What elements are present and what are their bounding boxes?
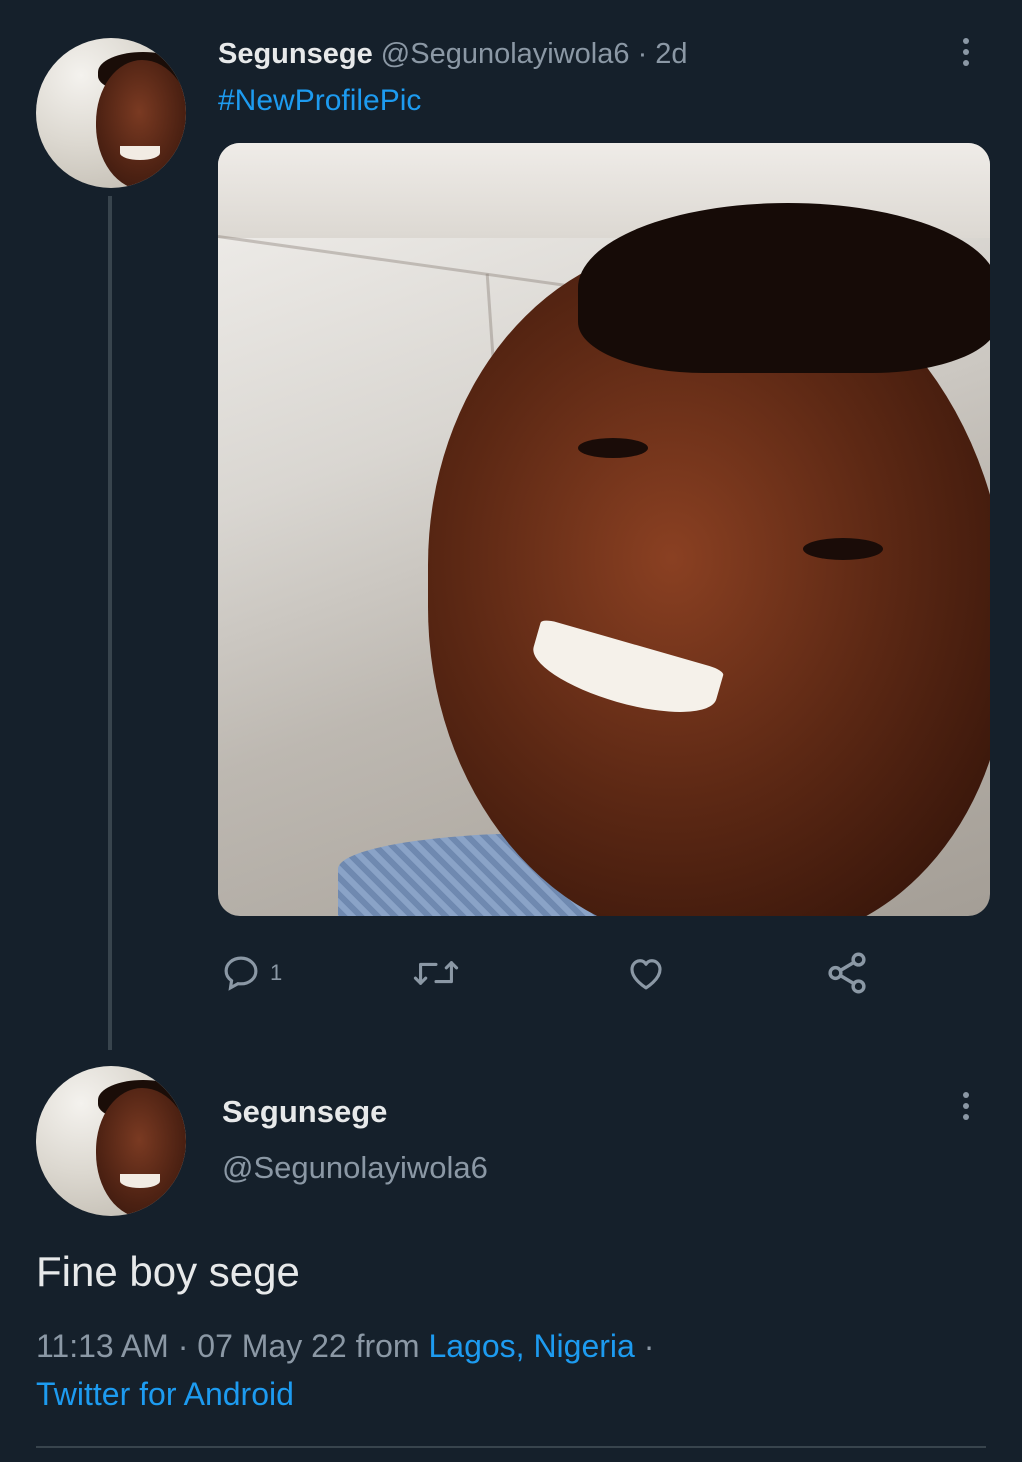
share-icon [828, 952, 866, 994]
tweet-photo[interactable] [218, 143, 990, 916]
retweet-button[interactable] [412, 952, 460, 994]
reply-from: from [355, 1328, 420, 1364]
reply-sep-2: · [643, 1328, 655, 1364]
parent-handle[interactable]: @Segunolayiwola6 [381, 38, 630, 70]
avatar-smile [120, 1174, 160, 1188]
photo-hair [578, 203, 990, 373]
share-button[interactable] [824, 950, 870, 996]
parent-separator: · [637, 38, 648, 70]
parent-avatar[interactable] [36, 38, 186, 188]
retweet-icon [413, 961, 459, 985]
reply-location[interactable]: Lagos, Nigeria [428, 1328, 634, 1364]
reply-sep-1: · [177, 1328, 189, 1364]
reply-display-name[interactable]: Segunsege [222, 1094, 387, 1130]
parent-display-name[interactable]: Segunsege [218, 38, 373, 70]
thread-line [108, 196, 112, 1050]
avatar-face [96, 60, 186, 188]
reply-button[interactable]: 1 [220, 952, 282, 994]
reply-time[interactable]: 11:13 AM [36, 1328, 169, 1364]
parent-header: Segunsege @Segunolayiwola6 · 2d [218, 38, 688, 71]
reply-count: 1 [270, 960, 283, 985]
parent-more-icon[interactable] [963, 38, 969, 71]
like-button[interactable] [624, 952, 668, 994]
avatar-smile [120, 146, 160, 160]
like-icon [630, 959, 662, 990]
reply-meta: 11:13 AM · 07 May 22 from Lagos, Nigeria… [36, 1322, 976, 1418]
parent-hashtag[interactable]: #NewProfilePic [218, 84, 421, 118]
reply-more-icon[interactable] [963, 1092, 969, 1125]
bottom-divider [36, 1446, 986, 1448]
reply-text: Fine boy sege [36, 1248, 300, 1295]
photo-left-eye [578, 438, 648, 458]
photo-right-eye [803, 538, 883, 560]
reply-avatar[interactable] [36, 1066, 186, 1216]
reply-handle[interactable]: @Segunolayiwola6 [222, 1150, 488, 1186]
reply-date[interactable]: 07 May 22 [197, 1328, 346, 1364]
parent-age[interactable]: 2d [655, 38, 687, 70]
avatar-face [96, 1088, 186, 1216]
reply-icon [224, 956, 258, 991]
reply-source[interactable]: Twitter for Android [36, 1376, 294, 1412]
